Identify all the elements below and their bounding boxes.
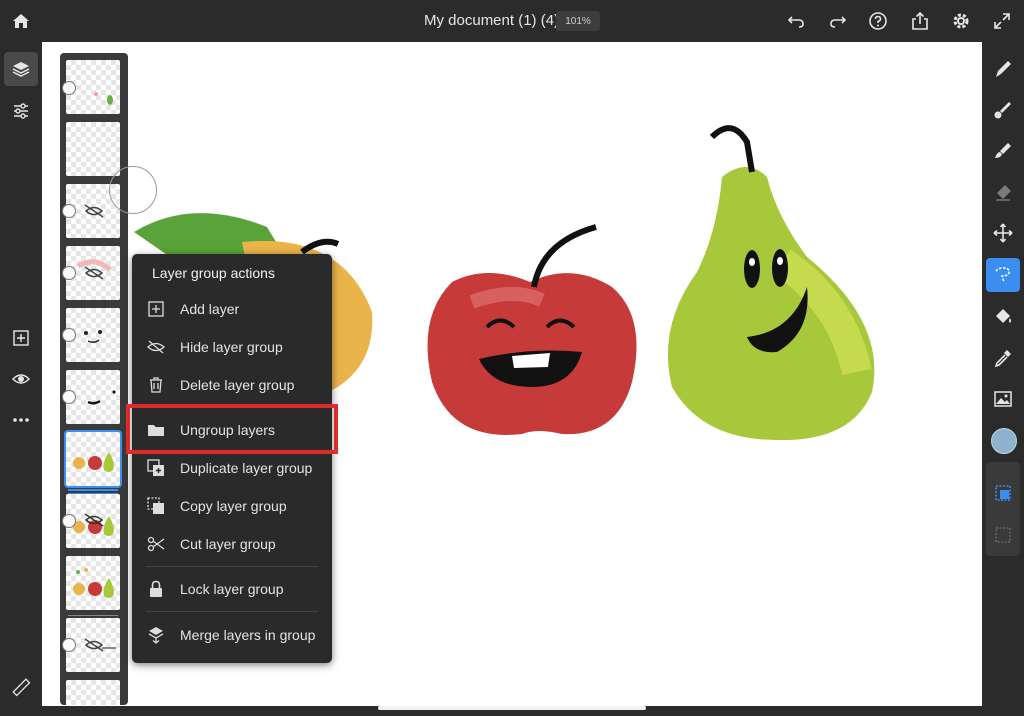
color-swatch[interactable] bbox=[991, 428, 1017, 454]
menu-item-label: Add layer bbox=[180, 301, 240, 317]
selection-icon[interactable] bbox=[986, 258, 1020, 292]
layers-panel bbox=[60, 53, 128, 705]
selection-tools-group bbox=[986, 462, 1020, 556]
layer-options-icon[interactable] bbox=[62, 204, 76, 218]
more-icon[interactable] bbox=[10, 409, 32, 431]
copy-icon bbox=[132, 497, 180, 515]
layer-thumbnail[interactable] bbox=[66, 680, 120, 705]
vector-brush-icon[interactable] bbox=[992, 140, 1014, 162]
lock-icon bbox=[132, 580, 180, 598]
menu-item-lock-layer-group[interactable]: Lock layer group bbox=[132, 571, 332, 607]
menu-item-label: Duplicate layer group bbox=[180, 460, 313, 476]
image-icon[interactable] bbox=[992, 388, 1014, 410]
left-toolbar bbox=[0, 42, 42, 716]
group-indicator-line bbox=[68, 615, 118, 616]
fill-icon[interactable] bbox=[992, 306, 1014, 328]
highlight-box bbox=[126, 404, 338, 454]
group-indicator-line bbox=[68, 489, 118, 491]
eyedropper-icon[interactable] bbox=[992, 347, 1014, 369]
top-toolbar: My document (1) (4) 101% bbox=[0, 0, 1024, 42]
menu-separator bbox=[146, 566, 318, 567]
pixel-brush-icon[interactable] bbox=[992, 58, 1014, 80]
layer-options-icon[interactable] bbox=[62, 638, 76, 652]
menu-item-cut-layer-group[interactable]: Cut layer group bbox=[132, 526, 332, 562]
home-indicator bbox=[378, 706, 646, 710]
layer-options-icon[interactable] bbox=[62, 266, 76, 280]
transform-icon[interactable] bbox=[992, 222, 1014, 244]
layer-group-actions-menu: Layer group actions Add layer Hide layer… bbox=[132, 254, 332, 663]
brush-cursor bbox=[109, 166, 157, 214]
document-title[interactable]: My document (1) (4) bbox=[424, 12, 559, 29]
orange-stem bbox=[300, 238, 340, 255]
redo-icon[interactable] bbox=[827, 10, 849, 32]
menu-item-label: Merge layers in group bbox=[180, 627, 316, 643]
select-layer-icon[interactable] bbox=[992, 482, 1014, 504]
live-brush-icon[interactable] bbox=[992, 99, 1014, 121]
settings-icon[interactable] bbox=[950, 10, 972, 32]
adjust-icon[interactable] bbox=[10, 100, 32, 122]
scissors-icon bbox=[132, 535, 180, 553]
layer-thumbnail[interactable] bbox=[66, 556, 120, 610]
fullscreen-icon[interactable] bbox=[991, 10, 1013, 32]
menu-item-merge-layers-in-group[interactable]: Merge layers in group bbox=[132, 617, 332, 653]
eraser-icon[interactable] bbox=[992, 181, 1014, 203]
visibility-icon[interactable] bbox=[10, 368, 32, 390]
zoom-level[interactable]: 101% bbox=[556, 11, 600, 31]
layers-icon[interactable] bbox=[4, 52, 38, 86]
hide-icon bbox=[132, 338, 180, 356]
deselect-icon[interactable] bbox=[992, 524, 1014, 546]
menu-item-copy-layer-group[interactable]: Copy layer group bbox=[132, 488, 332, 524]
share-icon[interactable] bbox=[909, 10, 931, 32]
home-icon[interactable] bbox=[10, 10, 32, 32]
menu-item-label: Hide layer group bbox=[180, 339, 283, 355]
add-layer-icon[interactable] bbox=[10, 327, 32, 349]
layer-options-icon[interactable] bbox=[62, 514, 76, 528]
menu-item-duplicate-layer-group[interactable]: Duplicate layer group bbox=[132, 450, 332, 486]
layer-group-thumbnail-selected[interactable] bbox=[64, 430, 122, 488]
menu-item-label: Lock layer group bbox=[180, 581, 284, 597]
menu-item-add-layer[interactable]: Add layer bbox=[132, 291, 332, 327]
menu-item-label: Copy layer group bbox=[180, 498, 287, 514]
menu-item-label: Cut layer group bbox=[180, 536, 276, 552]
merge-icon bbox=[132, 626, 180, 644]
right-toolbar bbox=[982, 42, 1024, 716]
add-layer-icon bbox=[132, 300, 180, 318]
layer-thumbnail[interactable] bbox=[66, 122, 120, 176]
undo-icon[interactable] bbox=[785, 10, 807, 32]
help-icon[interactable] bbox=[867, 10, 889, 32]
layer-options-icon[interactable] bbox=[62, 81, 76, 95]
menu-item-delete-layer-group[interactable]: Delete layer group bbox=[132, 367, 332, 403]
ruler-icon[interactable] bbox=[10, 676, 32, 698]
menu-item-hide-layer-group[interactable]: Hide layer group bbox=[132, 329, 332, 365]
layer-options-icon[interactable] bbox=[62, 328, 76, 342]
duplicate-icon bbox=[132, 459, 180, 477]
pear-stem bbox=[709, 125, 755, 173]
menu-separator bbox=[146, 611, 318, 612]
menu-title: Layer group actions bbox=[152, 265, 275, 281]
menu-item-label: Delete layer group bbox=[180, 377, 295, 393]
trash-icon bbox=[132, 376, 180, 394]
layer-options-icon[interactable] bbox=[62, 390, 76, 404]
